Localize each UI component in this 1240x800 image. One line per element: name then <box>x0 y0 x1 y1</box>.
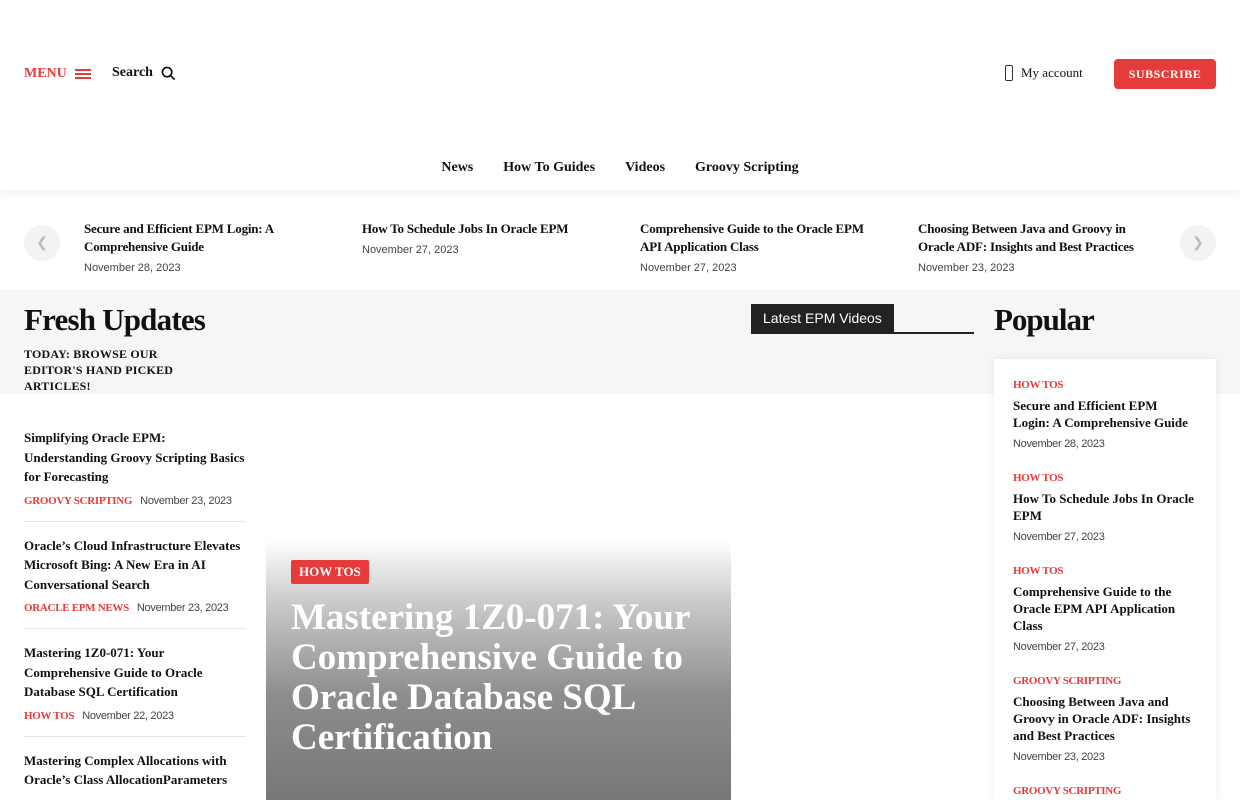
search-icon <box>161 66 176 80</box>
fresh-updates-list: Simplifying Oracle EPM: Understanding Gr… <box>24 428 246 800</box>
category-link[interactable]: HOW TOS <box>1013 472 1197 484</box>
ticker-title[interactable]: How To Schedule Jobs In Oracle EPM <box>362 220 602 238</box>
list-item: GROOVY SCRIPTING <box>1013 785 1197 797</box>
category-link[interactable]: GROOVY SCRIPTING <box>1013 675 1197 687</box>
list-item: HOW TOS Secure and Efficient EPM Login: … <box>1013 379 1197 450</box>
main-nav: News How To Guides Videos Groovy Scripti… <box>0 150 1240 190</box>
hamburger-icon <box>74 69 91 79</box>
ticker-item[interactable]: How To Schedule Jobs In Oracle EPM Novem… <box>362 220 602 256</box>
list-item: Mastering 1Z0-071: Your Comprehensive Gu… <box>24 643 246 737</box>
article-title[interactable]: Oracle’s Cloud Infrastructure Elevates M… <box>24 536 246 595</box>
chevron-left-icon: ❮ <box>36 235 48 251</box>
fresh-updates-subtitle: TODAY: BROWSE OUR EDITOR'S HAND PICKED A… <box>24 347 174 393</box>
list-item: Mastering Complex Allocations with Oracl… <box>24 751 246 800</box>
ticker-date: November 23, 2023 <box>918 262 1015 274</box>
article-date: November 22, 2023 <box>82 709 174 722</box>
list-item: Oracle’s Cloud Infrastructure Elevates M… <box>24 536 246 629</box>
category-link[interactable]: ORACLE EPM NEWS <box>24 602 129 614</box>
my-account-link[interactable]: My account <box>1005 65 1083 81</box>
article-date: November 23, 2023 <box>140 494 232 507</box>
article-date: November 23, 2023 <box>136 602 229 614</box>
ticker-date: November 27, 2023 <box>640 262 737 274</box>
article-title[interactable]: Mastering Complex Allocations with Oracl… <box>24 751 246 790</box>
popular-list: HOW TOS Secure and Efficient EPM Login: … <box>994 359 1216 800</box>
videos-tab-bar: Latest EPM Videos <box>751 304 974 334</box>
account-label: My account <box>1021 65 1083 80</box>
article-date: November 27, 2023 <box>1013 641 1105 653</box>
article-title[interactable]: Simplifying Oracle EPM: Understanding Gr… <box>24 428 246 487</box>
menu-button[interactable]: MENU <box>24 66 91 82</box>
subscribe-button[interactable]: SUBSCRIBE <box>1114 59 1216 89</box>
featured-category-badge[interactable]: HOW TOS <box>291 560 369 584</box>
article-title[interactable]: Choosing Between Java and Groovy in Orac… <box>1013 693 1197 744</box>
article-date: November 28, 2023 <box>1013 438 1105 450</box>
featured-title[interactable]: Mastering 1Z0-071: Your Comprehensive Gu… <box>291 598 691 758</box>
ticker-date: November 28, 2023 <box>84 262 181 274</box>
ticker-title[interactable]: Secure and Efficient EPM Login: A Compre… <box>84 220 314 256</box>
list-item: HOW TOS Comprehensive Guide to the Oracl… <box>1013 565 1197 653</box>
nav-item-news[interactable]: News <box>441 160 473 190</box>
featured-article[interactable]: HOW TOS Mastering 1Z0-071: Your Comprehe… <box>266 540 731 800</box>
ticker-title[interactable]: Comprehensive Guide to the Oracle EPM AP… <box>640 220 880 256</box>
category-link[interactable]: HOW TOS <box>24 710 74 722</box>
article-title[interactable]: Comprehensive Guide to the Oracle EPM AP… <box>1013 583 1197 634</box>
list-item: GROOVY SCRIPTING Choosing Between Java a… <box>1013 675 1197 763</box>
chevron-right-icon: ❯ <box>1192 235 1204 251</box>
tab-latest-epm-videos[interactable]: Latest EPM Videos <box>751 304 894 332</box>
nav-item-groovy-scripting[interactable]: Groovy Scripting <box>695 160 799 190</box>
article-date: November 27, 2023 <box>1013 531 1105 543</box>
ticker-item[interactable]: Comprehensive Guide to the Oracle EPM AP… <box>640 220 880 274</box>
article-date: November 23, 2023 <box>1013 751 1105 763</box>
list-item: HOW TOS How To Schedule Jobs In Oracle E… <box>1013 472 1197 543</box>
search-label: Search <box>112 65 153 80</box>
user-icon <box>1005 65 1013 81</box>
nav-item-videos[interactable]: Videos <box>625 160 665 190</box>
ticker-prev-button[interactable]: ❮ <box>24 225 60 261</box>
ticker-item[interactable]: Secure and Efficient EPM Login: A Compre… <box>84 220 314 274</box>
list-item: Simplifying Oracle EPM: Understanding Gr… <box>24 428 246 522</box>
category-link[interactable]: GROOVY SCRIPTING <box>1013 785 1197 797</box>
ticker-item[interactable]: Choosing Between Java and Groovy in Orac… <box>918 220 1158 274</box>
category-link[interactable]: HOW TOS <box>1013 565 1197 577</box>
popular-title: Popular <box>994 302 1095 337</box>
ticker-next-button[interactable]: ❯ <box>1180 225 1216 261</box>
search-button[interactable]: Search <box>112 65 176 81</box>
ticker-date: November 27, 2023 <box>362 244 459 256</box>
menu-label: MENU <box>24 66 67 81</box>
category-link[interactable]: GROOVY SCRIPTING <box>24 495 132 507</box>
fresh-updates-title: Fresh Updates <box>24 302 206 337</box>
nav-item-how-to-guides[interactable]: How To Guides <box>503 160 595 190</box>
ticker-title[interactable]: Choosing Between Java and Groovy in Orac… <box>918 220 1158 256</box>
category-link[interactable]: HOW TOS <box>1013 379 1197 391</box>
article-title[interactable]: Mastering 1Z0-071: Your Comprehensive Gu… <box>24 643 246 702</box>
article-title[interactable]: Secure and Efficient EPM Login: A Compre… <box>1013 397 1197 431</box>
article-title[interactable]: How To Schedule Jobs In Oracle EPM <box>1013 490 1197 524</box>
